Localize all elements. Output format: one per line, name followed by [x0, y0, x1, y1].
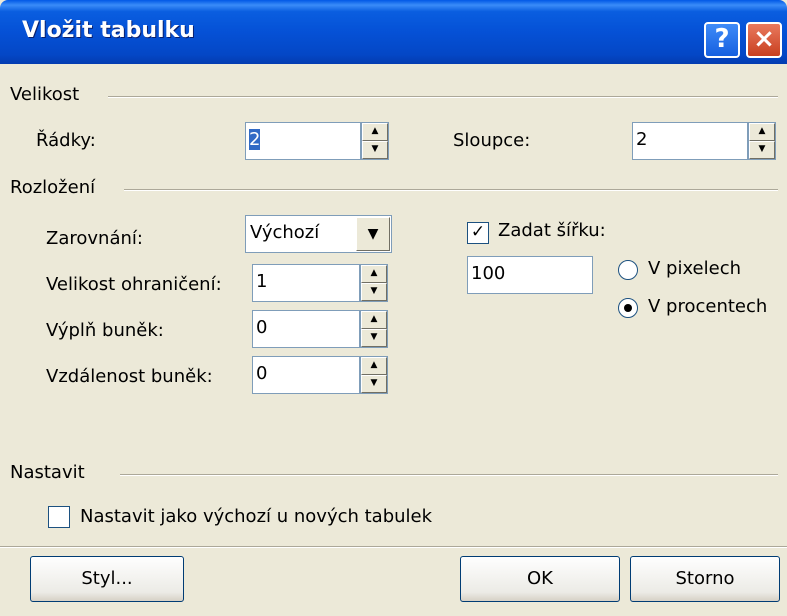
set-group-label: Nastavit: [10, 462, 85, 483]
size-group-label: Velikost: [10, 84, 80, 105]
padding-up-icon[interactable]: ▲: [361, 311, 387, 329]
unit-pixels-label[interactable]: V pixelech: [648, 258, 741, 279]
footer-separator: [0, 546, 787, 548]
layout-group-label: Rozložení: [10, 177, 96, 198]
border-down-icon[interactable]: ▼: [361, 283, 387, 301]
chevron-down-icon[interactable]: ▼: [356, 217, 390, 251]
help-icon: ?: [714, 24, 730, 54]
dialog-title: Vložit tabulku: [22, 18, 195, 43]
style-button[interactable]: Styl...: [30, 556, 184, 602]
close-button[interactable]: ×: [746, 22, 782, 58]
unit-percent-label[interactable]: V procentech: [648, 296, 767, 317]
specify-width-label[interactable]: Zadat šířku:: [498, 220, 606, 241]
align-label: Zarovnání:: [46, 228, 143, 249]
cancel-button[interactable]: Storno: [630, 556, 780, 602]
unit-pixels-radio[interactable]: [618, 260, 638, 280]
width-input[interactable]: 100: [467, 256, 593, 294]
specify-width-checkbox[interactable]: ✓: [467, 222, 489, 244]
spacing-label: Vzdálenost buněk:: [46, 366, 213, 387]
cols-input[interactable]: 2: [632, 122, 748, 160]
cols-down-icon[interactable]: ▼: [749, 141, 775, 159]
spacing-stepper[interactable]: ▲ ▼: [360, 356, 388, 394]
close-icon: ×: [753, 24, 775, 54]
border-input[interactable]: 1: [252, 264, 360, 302]
set-group-separator: [120, 474, 778, 476]
padding-down-icon[interactable]: ▼: [361, 329, 387, 347]
layout-group-separator: [124, 189, 778, 191]
set-default-label[interactable]: Nastavit jako výchozí u nových tabulek: [80, 506, 432, 527]
unit-percent-radio[interactable]: [618, 298, 638, 318]
padding-input[interactable]: 0: [252, 310, 360, 348]
rows-up-icon[interactable]: ▲: [362, 123, 388, 141]
cols-stepper[interactable]: ▲ ▼: [748, 122, 776, 160]
border-up-icon[interactable]: ▲: [361, 265, 387, 283]
border-stepper[interactable]: ▲ ▼: [360, 264, 388, 302]
border-label: Velikost ohraničení:: [46, 274, 222, 295]
title-bar[interactable]: Vložit tabulku ? ×: [0, 0, 787, 64]
align-select[interactable]: Výchozí ▼: [245, 215, 392, 253]
cols-label: Sloupce:: [453, 130, 531, 151]
size-group-separator: [108, 96, 778, 98]
radio-selected-dot: [624, 304, 632, 312]
rows-stepper[interactable]: ▲ ▼: [361, 122, 389, 160]
insert-table-dialog: Vložit tabulku ? × Velikost Řádky: 2 ▲ ▼…: [0, 0, 787, 616]
set-default-checkbox[interactable]: [48, 506, 70, 528]
rows-input[interactable]: 2: [245, 122, 361, 160]
rows-label: Řádky:: [36, 130, 96, 151]
padding-label: Výplň buněk:: [46, 320, 164, 341]
padding-stepper[interactable]: ▲ ▼: [360, 310, 388, 348]
rows-down-icon[interactable]: ▼: [362, 141, 388, 159]
spacing-down-icon[interactable]: ▼: [361, 375, 387, 393]
help-button[interactable]: ?: [704, 22, 740, 58]
cols-up-icon[interactable]: ▲: [749, 123, 775, 141]
spacing-up-icon[interactable]: ▲: [361, 357, 387, 375]
ok-button[interactable]: OK: [460, 556, 620, 602]
spacing-input[interactable]: 0: [252, 356, 360, 394]
